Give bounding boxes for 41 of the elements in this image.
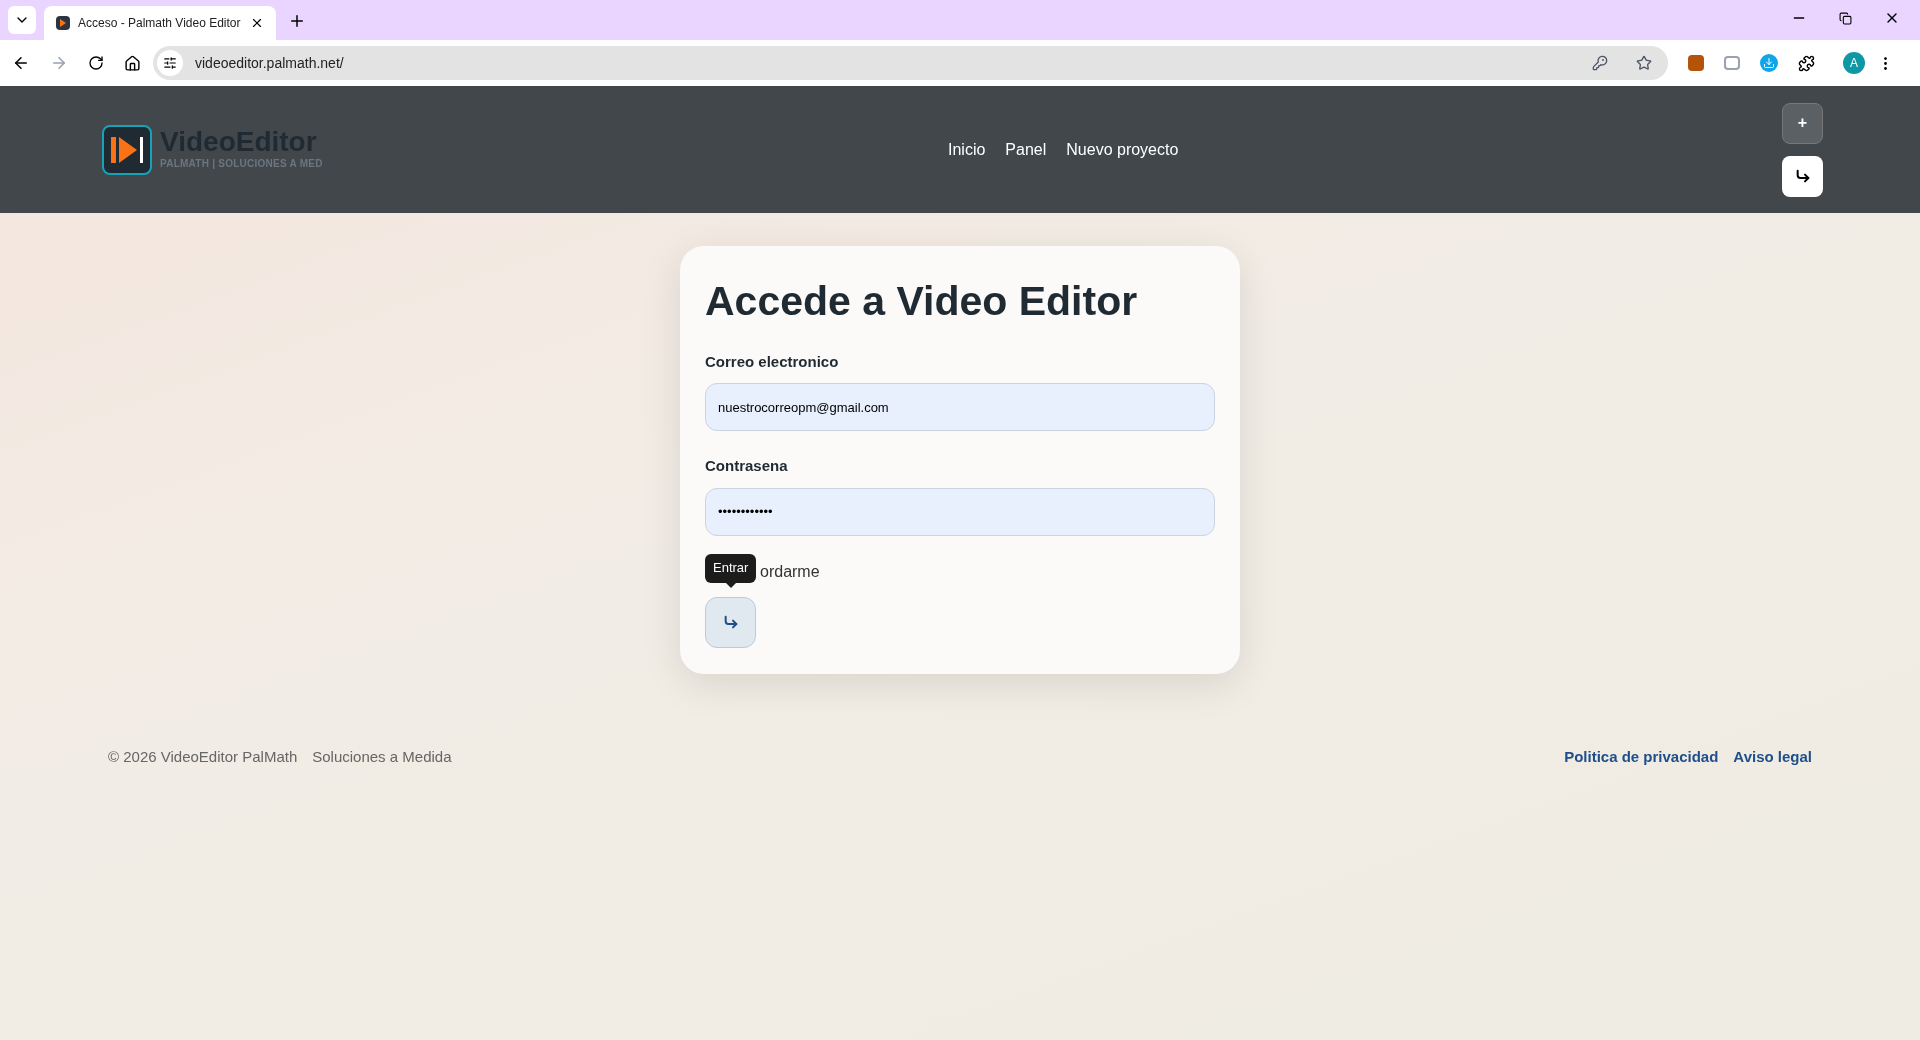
url-text: videoeditor.palmath.net/ (195, 53, 345, 73)
remember-label: ordarme (760, 561, 820, 582)
login-title: Accede a Video Editor (705, 277, 1139, 326)
input-field[interactable]: nuestrocorreopm@gmail.com (705, 383, 1215, 431)
site-settings-icon[interactable] (163, 56, 177, 70)
favicon-icon (56, 16, 70, 30)
slogan-text: Soluciones a Medida (312, 746, 452, 767)
tooltip-arrow (726, 582, 736, 588)
star-icon[interactable] (1636, 55, 1652, 71)
logout-button[interactable] (1782, 155, 1823, 197)
add-button[interactable]: + (1782, 102, 1823, 144)
reload-icon[interactable] (88, 55, 104, 71)
tooltip: Entrar (705, 553, 757, 583)
profile-avatar[interactable]: A (1843, 52, 1865, 74)
nav-link[interactable]: Inicio (948, 137, 986, 162)
close-icon[interactable] (250, 16, 264, 30)
extensions-icon[interactable] (1798, 54, 1815, 72)
home-icon[interactable] (124, 54, 141, 72)
address-bar[interactable]: videoeditor.palmath.net/ (153, 46, 1668, 80)
nav-link[interactable]: Nuevo proyecto (1066, 137, 1179, 162)
field-label: Contrasena (705, 456, 789, 476)
extension-icon[interactable] (1724, 56, 1740, 70)
key-icon[interactable] (1592, 55, 1608, 71)
extension-icon[interactable] (1688, 55, 1704, 71)
browser-tab[interactable]: Acceso - Palmath Video Editor (44, 6, 276, 40)
logout-icon (1794, 168, 1811, 184)
tab-list-button[interactable] (8, 6, 36, 34)
restore-icon[interactable] (1839, 12, 1852, 25)
footer-link[interactable]: Politica de privacidad (1564, 745, 1719, 768)
download-icon[interactable] (1760, 54, 1778, 72)
copyright-text: © 2026 VideoEditor PalMath (108, 746, 298, 767)
footer-link[interactable]: Aviso legal (1733, 745, 1812, 768)
new-tab-icon[interactable] (288, 12, 306, 30)
back-icon[interactable] (12, 54, 30, 72)
login-icon (722, 614, 739, 630)
input-field[interactable]: •••••••••••• (705, 487, 1215, 536)
logo-icon (102, 124, 152, 175)
forward-icon[interactable] (50, 54, 68, 72)
tab-title: Acceso - Palmath Video Editor (78, 15, 242, 32)
field-label: Correo electronico (705, 351, 840, 372)
nav-link[interactable]: Panel (1005, 137, 1047, 162)
